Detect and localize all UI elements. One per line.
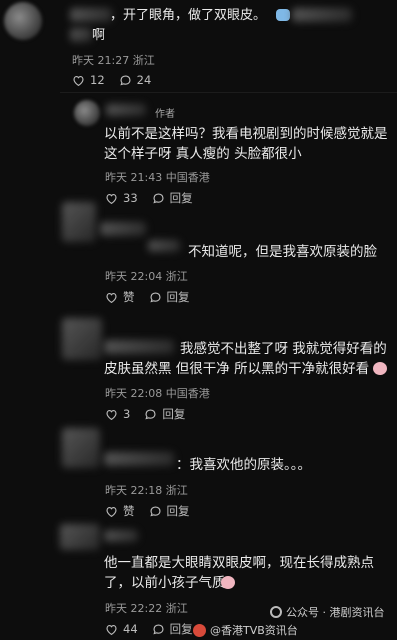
blurred-username: [104, 452, 174, 466]
reply-label: 回复: [169, 191, 193, 205]
comment-bubble-icon: [149, 505, 162, 518]
blurred-avatar: [62, 202, 96, 242]
comment-time: 昨天 22:22 浙江: [105, 602, 188, 615]
reply-button[interactable]: 回复: [152, 190, 193, 206]
comment-actions: 赞 回复: [105, 503, 190, 519]
reply-label: 回复: [162, 407, 186, 421]
divider: [60, 92, 397, 93]
comment-time: 昨天 22:08 中国香港: [105, 387, 210, 400]
weibo-watermark-text: @香港TVB资讯台: [210, 624, 298, 637]
comment-text: 不知道呢，但是我喜欢原装的脸: [188, 244, 377, 260]
comment-actions: 12 24: [72, 73, 151, 87]
weibo-icon: [193, 623, 206, 637]
reply-label: 回复: [169, 622, 193, 636]
blurred-username: [106, 104, 146, 116]
comment-actions: 33 回复: [105, 190, 193, 206]
comment-time: 昨天 22:04 浙江: [105, 270, 188, 283]
reply-button[interactable]: 回复: [152, 621, 193, 637]
like-button[interactable]: 赞: [105, 503, 135, 519]
comment-text-tail: 啊: [92, 28, 106, 43]
reply-button[interactable]: 回复: [149, 289, 190, 305]
like-button[interactable]: 33: [105, 191, 138, 205]
blurred-username: [104, 530, 138, 542]
comment-actions: 赞 回复: [105, 289, 190, 305]
reply-button[interactable]: 24: [119, 73, 152, 87]
emoji-icon: [276, 9, 290, 21]
reply-button[interactable]: 回复: [144, 406, 185, 422]
comment-time: 昨天 21:27 浙江: [72, 54, 155, 67]
comment-bubble-icon: [152, 623, 165, 636]
blurred-text: [70, 28, 92, 42]
blurred-text: [292, 8, 352, 22]
like-button[interactable]: 赞: [105, 289, 135, 305]
comment-text: 以前不是这样吗？我看电视剧到的时候感觉就是: [104, 126, 388, 142]
comment-time: 昨天 21:43 中国香港: [105, 171, 210, 184]
comment-text: 皮肤虽然黑 但很干净 所以黑的干净就很好看: [104, 361, 370, 377]
blurred-username: [100, 222, 146, 236]
reply-label: 回复: [166, 290, 190, 304]
comment-bubble-icon: [149, 291, 162, 304]
wechat-official-icon: [270, 606, 282, 618]
avatar[interactable]: [74, 100, 100, 126]
blurred-avatar: [62, 428, 100, 468]
heart-icon: [105, 291, 118, 304]
like-count: 3: [123, 407, 131, 421]
avatar[interactable]: [4, 2, 42, 40]
comment-text: ，开了眼角，做了双眼皮。: [110, 8, 267, 23]
comment-actions: 3 回复: [105, 406, 185, 422]
comment-text: 他一直都是大眼睛双眼皮啊，现在长得成熟点: [104, 555, 374, 571]
like-count: 12: [90, 73, 105, 87]
heart-icon: [105, 192, 118, 205]
like-label: 赞: [123, 504, 135, 518]
comment-text: 我感觉不出整了呀 我就觉得好看的: [180, 341, 387, 357]
comment-text: 这个样子呀 真人瘦的 头脸都很小: [104, 146, 302, 162]
wechat-watermark: 公众号 · 港剧资讯台: [270, 604, 385, 620]
heart-icon: [105, 408, 118, 421]
blurred-username: [104, 340, 174, 354]
reply-label: 回复: [166, 504, 190, 518]
comment-text: 了，以前小孩子气质: [104, 575, 226, 591]
heart-icon: [105, 623, 118, 636]
comment-time: 昨天 22:18 浙江: [105, 484, 188, 497]
heart-icon: [72, 74, 85, 87]
blurred-avatar: [60, 524, 100, 550]
wechat-watermark-text: 公众号 · 港剧资讯台: [286, 606, 385, 619]
like-count: 44: [123, 622, 138, 636]
blurred-username: [70, 8, 112, 22]
smile-emoji-icon: [221, 576, 235, 589]
weibo-watermark: @香港TVB资讯台: [193, 622, 298, 638]
smile-emoji-icon: [373, 362, 387, 375]
reply-button[interactable]: 回复: [149, 503, 190, 519]
like-button[interactable]: 3: [105, 407, 130, 421]
comment-actions: 44 回复: [105, 621, 193, 637]
like-button[interactable]: 44: [105, 622, 138, 636]
comment-bubble-icon: [152, 192, 165, 205]
author-badge: 作者: [155, 109, 175, 120]
like-label: 赞: [123, 290, 135, 304]
heart-icon: [105, 505, 118, 518]
comment-text: ：我喜欢他的原装。。。: [176, 457, 311, 473]
like-count: 33: [123, 191, 138, 205]
comment-bubble-icon: [144, 408, 157, 421]
blurred-avatar: [62, 318, 102, 360]
reply-count: 24: [136, 73, 152, 87]
comment-bubble-icon: [119, 74, 132, 87]
like-button[interactable]: 12: [72, 73, 105, 87]
blurred-username: [148, 240, 180, 252]
